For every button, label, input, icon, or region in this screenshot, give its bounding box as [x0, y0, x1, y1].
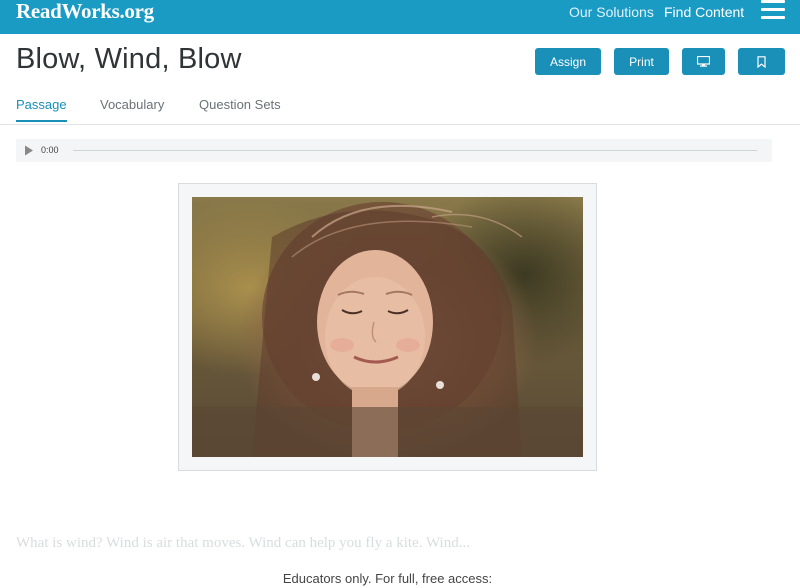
print-button[interactable]: Print — [614, 48, 669, 75]
monitor-icon — [697, 56, 710, 67]
save-button[interactable] — [738, 48, 785, 75]
readworks-logo[interactable]: ReadWorks.org — [16, 0, 154, 24]
audio-player: 0:00 — [16, 139, 772, 162]
audio-progress-track[interactable] — [73, 150, 757, 151]
tab-vocabulary[interactable]: Vocabulary — [100, 97, 164, 112]
play-icon[interactable] — [24, 145, 34, 156]
nav-our-solutions[interactable]: Our Solutions — [569, 4, 654, 20]
hamburger-menu-icon[interactable] — [761, 0, 785, 20]
tab-active-indicator — [16, 120, 67, 122]
educators-access-note: Educators only. For full, free access: — [282, 571, 493, 586]
tab-passage[interactable]: Passage — [16, 97, 67, 112]
passage-image-frame — [178, 183, 597, 471]
assign-button[interactable]: Assign — [535, 48, 601, 75]
bookmark-icon — [757, 55, 766, 68]
tab-question-sets[interactable]: Question Sets — [199, 97, 281, 112]
nav-find-content[interactable]: Find Content — [664, 4, 744, 20]
page-title: Blow, Wind, Blow — [16, 43, 242, 75]
passage-photo — [192, 197, 583, 457]
audio-time: 0:00 — [41, 145, 59, 155]
present-button[interactable] — [682, 48, 725, 75]
top-navbar: ReadWorks.org Our Solutions Find Content — [0, 0, 800, 34]
photo-illustration — [192, 202, 583, 457]
passage-teaser: What is wind? Wind is air that moves. Wi… — [16, 535, 470, 551]
tabs-divider — [0, 124, 800, 125]
